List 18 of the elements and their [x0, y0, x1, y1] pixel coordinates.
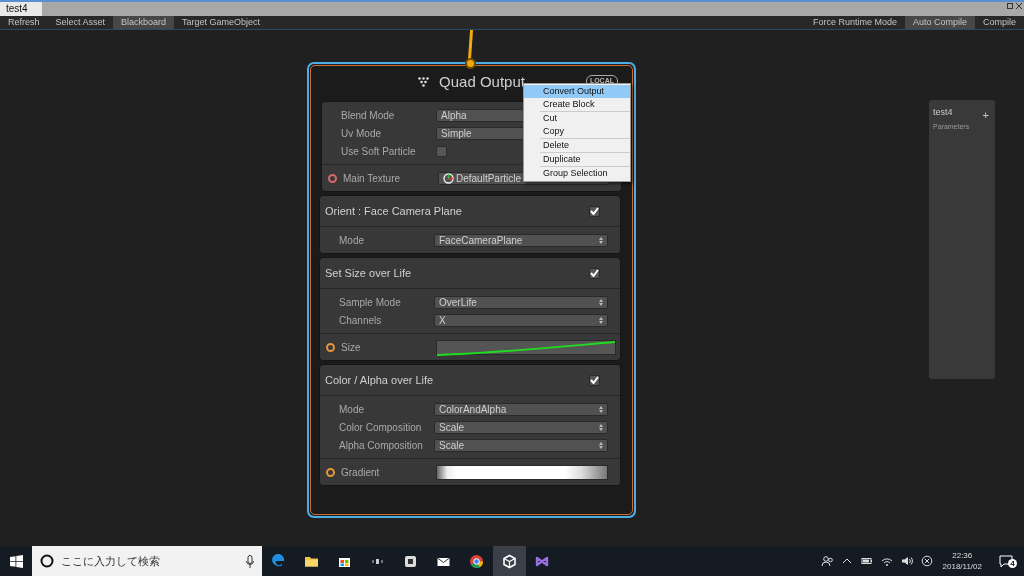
- notification-count: 4: [1008, 559, 1017, 568]
- blackboard-title: test4: [933, 106, 953, 119]
- block-title: Color / Alpha over Life: [325, 372, 434, 388]
- field-label: Use Soft Particle: [341, 144, 417, 159]
- field-label: Blend Mode: [341, 108, 396, 123]
- field-label: Channels: [339, 313, 383, 328]
- node-title: Quad Output: [439, 71, 525, 92]
- block-title: Orient : Face Camera Plane: [325, 203, 462, 219]
- field-label: Size: [341, 340, 362, 355]
- field-label: Mode: [339, 402, 365, 417]
- field-label: Color Composition: [339, 420, 423, 435]
- field-label: Main Texture: [343, 171, 402, 186]
- field-label: Uv Mode: [341, 126, 382, 141]
- field-label: Alpha Composition: [339, 438, 424, 453]
- field-label: Sample Mode: [339, 295, 402, 310]
- field-label: Mode: [339, 233, 365, 248]
- block-title: Set Size over Life: [325, 265, 412, 281]
- field-label: Gradient: [341, 465, 381, 480]
